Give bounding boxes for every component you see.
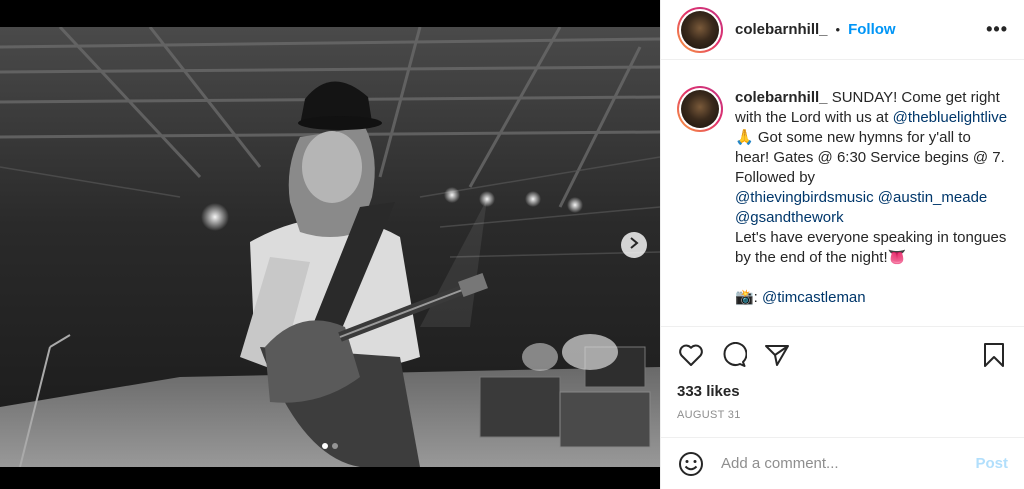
mention-venue[interactable]: @thebluelightlive [893, 109, 1007, 126]
mention-thievingbirds[interactable]: @thievingbirdsmusic [735, 189, 874, 206]
caption-venue-suffix: 🙏 Got some new hymns for y'all to hear! … [735, 129, 1005, 186]
comment-input[interactable] [721, 455, 976, 472]
emoji-icon[interactable] [677, 450, 705, 478]
carousel-dot-active [322, 443, 328, 449]
caption-avatar[interactable] [677, 86, 723, 132]
post-date[interactable]: AUGUST 31 [661, 403, 1024, 437]
comment-icon[interactable] [720, 341, 748, 369]
caption-section: colebarnhill_ SUNDAY! Come get right wit… [661, 60, 1024, 327]
likes-count[interactable]: 333 likes [661, 383, 1024, 403]
post-comment-button[interactable]: Post [975, 455, 1008, 472]
caption-closing: Let's have everyone speaking in tongues … [735, 229, 1007, 266]
concert-photo [0, 27, 660, 467]
share-icon[interactable] [763, 341, 791, 369]
post-photo[interactable] [0, 27, 660, 467]
more-options-icon[interactable]: ••• [986, 19, 1008, 40]
post-media [0, 0, 660, 489]
caption-avatar-image [681, 90, 719, 128]
mention-photographer[interactable]: @timcastleman [762, 289, 866, 306]
action-bar [661, 327, 1024, 383]
caption-avatar-border [679, 88, 721, 130]
caption-username[interactable]: colebarnhill_ [735, 89, 828, 106]
carousel-indicator [0, 443, 660, 449]
heart-icon[interactable] [677, 341, 705, 369]
instagram-post: colebarnhill_ • Follow ••• colebarnhill_… [0, 0, 1024, 489]
follow-button[interactable]: Follow [848, 21, 896, 38]
post-header: colebarnhill_ • Follow ••• [661, 0, 1024, 60]
post-side-panel: colebarnhill_ • Follow ••• colebarnhill_… [660, 0, 1024, 489]
mention-austin-meade[interactable]: @austin_meade [878, 189, 987, 206]
bookmark-icon[interactable] [980, 341, 1008, 369]
chevron-right-icon [629, 236, 639, 254]
avatar-border [679, 8, 721, 51]
avatar[interactable] [677, 6, 723, 53]
header-separator: • [835, 22, 841, 37]
comment-box: Post [661, 437, 1024, 489]
avatar-image [681, 10, 719, 49]
next-slide-button[interactable] [621, 232, 647, 258]
camera-emoji: 📸: [735, 289, 758, 306]
caption-text: colebarnhill_ SUNDAY! Come get right wit… [735, 88, 1008, 326]
mention-gsandthework[interactable]: @gsandthework [735, 209, 844, 226]
carousel-dot [332, 443, 338, 449]
header-username[interactable]: colebarnhill_ [735, 21, 828, 38]
